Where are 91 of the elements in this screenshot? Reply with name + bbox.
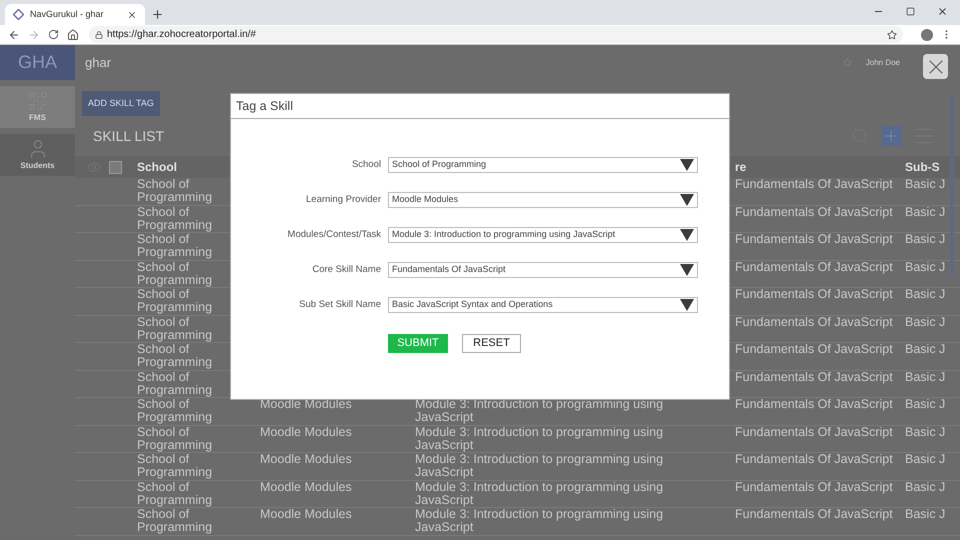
field-label: School (350, 158, 381, 172)
table-cell-text: School of Programming (137, 508, 214, 534)
list-title: SKILL LIST (93, 126, 164, 146)
table-cell: Fundamentals Of JavaScript (735, 480, 893, 494)
table-cell: Moodle Modules (260, 397, 352, 412)
table-cell: Basic J (905, 480, 946, 494)
field-label: Learning Provider (305, 192, 381, 207)
table-cell: Basic J (905, 287, 946, 302)
table-cell: Basic J (905, 397, 946, 412)
select-field[interactable]: Fundamentals Of JavaScript (388, 262, 698, 278)
table-cell-text: School of Programming (137, 206, 214, 232)
table-cell-text: School of Programming (137, 453, 214, 480)
table-cell: Basic J (905, 204, 946, 219)
table-cell: Fundamentals Of JavaScript (735, 314, 893, 329)
select-field[interactable]: Moodle Modules (388, 192, 698, 208)
dropdown-caret-icon (680, 194, 694, 206)
field-label: Modules/Contest/Task (286, 228, 381, 242)
table-cell: Fundamentals Of JavaScript (735, 370, 893, 384)
field-label: Sub Set Skill Name (298, 298, 381, 312)
lock-icon (95, 30, 103, 38)
app-logo: GHA (0, 45, 75, 80)
table-cell-text: School of Programming (137, 398, 214, 424)
close-tab-icon[interactable] (127, 10, 137, 20)
field-label: Core Skill Name (311, 262, 381, 277)
table-cell: Fundamentals Of JavaScript (735, 342, 893, 356)
back-icon[interactable] (8, 28, 20, 40)
sidebar-item[interactable]: Students (0, 134, 75, 176)
table-cell: Fundamentals Of JavaScript (735, 452, 893, 466)
table-cell-text: School of Programming (137, 370, 214, 397)
home-icon[interactable] (67, 28, 79, 40)
table-cell-text: School of Programming (137, 233, 214, 260)
table-cell: Fundamentals Of JavaScript (735, 177, 893, 192)
table-cell-text: School of Programming (137, 288, 214, 314)
reload-icon[interactable] (48, 29, 59, 40)
table-cell: Moodle Modules (260, 507, 352, 522)
table-cell: Basic J (905, 370, 946, 384)
app-name: ghar (85, 54, 112, 72)
profile-avatar[interactable] (921, 28, 933, 40)
new-tab-icon[interactable] (151, 8, 164, 21)
column-header: Sub-S (905, 159, 940, 176)
dropdown-caret-icon (680, 299, 694, 311)
table-cell: Basic J (905, 424, 946, 439)
browser-tab[interactable]: NavGurukul - ghar (5, 4, 145, 25)
table-cell-text: School of Programming (137, 426, 214, 452)
column-header: School (137, 159, 178, 176)
url-text: https://ghar.zohocreatorportal.in/# (107, 28, 256, 42)
notification-star-icon[interactable] (842, 58, 852, 67)
favicon-icon (13, 9, 24, 20)
select-field[interactable]: Basic JavaScript Syntax and Operations (388, 297, 698, 313)
table-cell-text: School of Programming (137, 480, 214, 507)
table-cell-text: School of Programming (137, 178, 214, 204)
tab-title: NavGurukul - ghar (30, 8, 104, 21)
add-skill-tag-button[interactable]: ADD SKILL TAG (82, 91, 160, 116)
select-all-checkbox[interactable] (109, 160, 122, 174)
table-cell: Basic J (905, 452, 946, 466)
table-cell-text: School of Programming (137, 343, 214, 370)
select-field[interactable]: Module 3: Introduction to programming using JavaScript (388, 227, 698, 243)
address-field[interactable]: https://ghar.zohocreatorportal.in/# (89, 26, 903, 43)
table-cell: Fundamentals Of JavaScript (735, 287, 893, 302)
table-cell: Basic J (905, 507, 946, 522)
table-cell: Basic J (905, 260, 946, 274)
table-cell: Moodle Modules (260, 452, 352, 466)
column-header: re (735, 159, 748, 176)
table-cell: Fundamentals Of JavaScript (735, 424, 893, 439)
table-cell: Basic J (905, 314, 946, 329)
close-button[interactable] (923, 54, 948, 79)
table-cell-text: School of Programming (137, 316, 214, 342)
table-cell: Fundamentals Of JavaScript (735, 204, 893, 219)
table-cell: Moodle Modules (260, 480, 352, 494)
dialog-title: Tag a Skill (236, 98, 293, 115)
table-cell: Basic J (905, 232, 946, 246)
table-cell-text: Module 3: Introduction to programming using JavaScript (415, 508, 664, 534)
table-cell: Fundamentals Of JavaScript (735, 232, 893, 246)
table-cell: Fundamentals Of JavaScript (735, 260, 893, 274)
table-cell: Fundamentals Of JavaScript (735, 397, 893, 412)
table-cell: Fundamentals Of JavaScript (735, 507, 893, 522)
close-window-icon[interactable] (937, 6, 948, 17)
table-cell-text: Module 3: Introduction to programming using JavaScript (415, 480, 664, 507)
reset-button[interactable]: RESET (462, 334, 521, 353)
select-field[interactable]: School of Programming (388, 157, 698, 173)
dropdown-caret-icon (680, 159, 694, 171)
table-cell: Basic J (905, 342, 946, 356)
table-cell-text: School of Programming (137, 260, 214, 287)
bookmark-star-icon[interactable] (887, 30, 897, 40)
dropdown-caret-icon (680, 229, 694, 241)
table-cell-text: Module 3: Introduction to programming using JavaScript (415, 453, 664, 480)
maximize-icon[interactable] (906, 7, 915, 16)
table-cell: Basic J (905, 177, 946, 192)
table-cell-text: Module 3: Introduction to programming using JavaScript (415, 426, 664, 452)
dropdown-caret-icon (680, 264, 694, 276)
table-cell: Moodle Modules (260, 424, 352, 439)
